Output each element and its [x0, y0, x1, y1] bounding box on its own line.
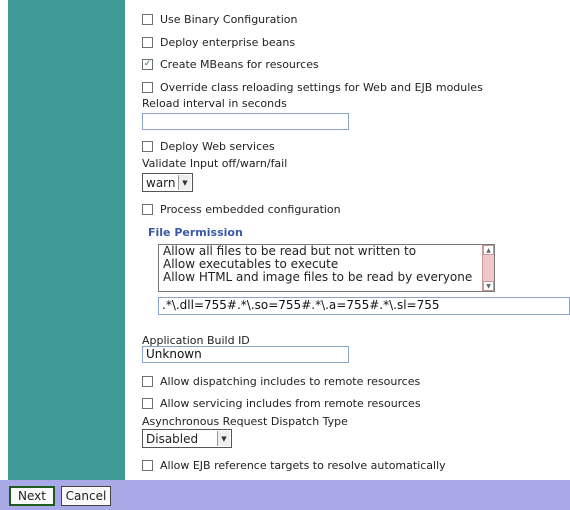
allow-servicing-label: Allow servicing includes from remote res… [160, 397, 421, 410]
file-permission-listbox[interactable]: Allow all files to be read but not writt… [158, 244, 495, 292]
override-reloading-label: Override class reloading settings for We… [160, 81, 483, 94]
process-embedded-option[interactable]: Process embedded configuration [142, 203, 341, 216]
create-mbeans-label: Create MBeans for resources [160, 58, 319, 71]
scroll-up-icon[interactable]: ▲ [483, 245, 494, 255]
file-permission-title: File Permission [148, 226, 243, 239]
create-mbeans-option[interactable]: ✓ Create MBeans for resources [142, 58, 319, 71]
chevron-down-icon[interactable]: ▼ [178, 175, 191, 190]
deploy-ws-label: Deploy Web services [160, 140, 275, 153]
deploy-ejb-checkbox[interactable] [142, 37, 153, 48]
allow-ejb-ref-label: Allow EJB reference targets to resolve a… [160, 459, 446, 472]
allow-dispatching-option[interactable]: Allow dispatching includes to remote res… [142, 375, 420, 388]
list-item[interactable]: Allow HTML and image files to be read by… [159, 271, 494, 284]
create-mbeans-checkbox[interactable]: ✓ [142, 59, 153, 70]
file-permission-input[interactable]: .*\.dll=755#.*\.so=755#.*\.a=755#.*\.sl=… [158, 297, 570, 315]
allow-servicing-checkbox[interactable] [142, 398, 153, 409]
deploy-ejb-label: Deploy enterprise beans [160, 36, 296, 49]
deploy-ws-option[interactable]: Deploy Web services [142, 140, 275, 153]
reload-interval-input[interactable] [142, 113, 349, 130]
use-binary-config-option[interactable]: Use Binary Configuration [142, 13, 298, 26]
validate-input-label: Validate Input off/warn/fail [142, 157, 288, 170]
async-dispatch-select[interactable]: Disabled ▼ [142, 429, 232, 448]
reload-interval-label: Reload interval in seconds [142, 97, 287, 110]
chevron-down-icon[interactable]: ▼ [217, 431, 230, 446]
allow-ejb-ref-option[interactable]: Allow EJB reference targets to resolve a… [142, 459, 446, 472]
async-dispatch-label: Asynchronous Request Dispatch Type [142, 415, 348, 428]
use-binary-config-checkbox[interactable] [142, 14, 153, 25]
validate-input-value: warn [146, 175, 176, 190]
listbox-scrollbar[interactable]: ▲ ▼ [482, 245, 494, 291]
cancel-button[interactable]: Cancel [61, 486, 111, 506]
async-dispatch-value: Disabled [146, 431, 199, 446]
next-button[interactable]: Next [9, 486, 55, 506]
app-build-id-input[interactable]: Unknown [142, 346, 349, 363]
process-embedded-label: Process embedded configuration [160, 203, 341, 216]
scroll-down-icon[interactable]: ▼ [483, 281, 494, 291]
deploy-ws-checkbox[interactable] [142, 141, 153, 152]
override-reloading-checkbox[interactable] [142, 82, 153, 93]
allow-servicing-option[interactable]: Allow servicing includes from remote res… [142, 397, 421, 410]
allow-dispatching-label: Allow dispatching includes to remote res… [160, 375, 421, 388]
deploy-ejb-option[interactable]: Deploy enterprise beans [142, 36, 295, 49]
override-reloading-option[interactable]: Override class reloading settings for We… [142, 81, 483, 94]
process-embedded-checkbox[interactable] [142, 204, 153, 215]
allow-ejb-ref-checkbox[interactable] [142, 460, 153, 471]
allow-dispatching-checkbox[interactable] [142, 376, 153, 387]
left-nav-panel [8, 0, 125, 480]
validate-input-select[interactable]: warn ▼ [142, 173, 193, 192]
check-icon: ✓ [143, 59, 152, 69]
use-binary-config-label: Use Binary Configuration [160, 13, 298, 26]
